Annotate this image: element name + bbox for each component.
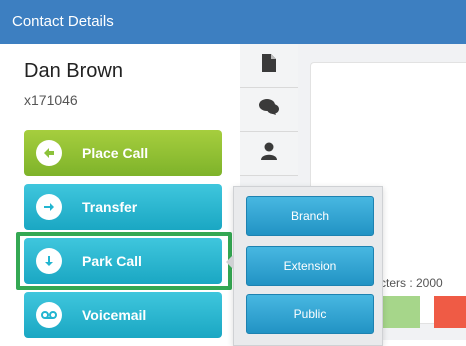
place-call-label: Place Call bbox=[82, 145, 149, 161]
transfer-button[interactable]: Transfer bbox=[24, 184, 222, 230]
voicemail-label: Voicemail bbox=[82, 307, 147, 323]
park-option-label: Extension bbox=[283, 259, 337, 273]
park-call-highlight bbox=[16, 232, 232, 290]
window-title-bar: Contact Details bbox=[0, 0, 466, 44]
park-option-label: Branch bbox=[290, 209, 330, 223]
contact-extension: x171046 bbox=[24, 92, 78, 108]
contact-name: Dan Brown bbox=[24, 60, 123, 82]
person-icon bbox=[261, 142, 277, 165]
red-status-block[interactable] bbox=[434, 296, 466, 328]
voicemail-icon bbox=[36, 302, 62, 328]
park-option-label: Public bbox=[293, 307, 327, 321]
voicemail-button[interactable]: Voicemail bbox=[24, 292, 222, 338]
tab-person[interactable] bbox=[240, 132, 298, 176]
char-counter: cters : 2000 bbox=[380, 276, 443, 290]
park-option-extension[interactable]: Extension bbox=[246, 246, 374, 286]
tab-document[interactable] bbox=[240, 44, 298, 88]
chat-icon bbox=[258, 98, 280, 121]
park-option-public[interactable]: Public bbox=[246, 294, 374, 334]
side-tab-strip bbox=[240, 44, 298, 176]
arrow-right-icon bbox=[36, 194, 62, 220]
transfer-label: Transfer bbox=[82, 199, 138, 215]
park-option-branch[interactable]: Branch bbox=[246, 196, 374, 236]
document-icon bbox=[261, 53, 277, 78]
tab-chat[interactable] bbox=[240, 88, 298, 132]
green-status-block[interactable] bbox=[380, 296, 420, 328]
place-call-icon bbox=[36, 140, 62, 166]
menu-pointer bbox=[226, 254, 234, 270]
window-title: Contact Details bbox=[12, 13, 114, 30]
place-call-button[interactable]: Place Call bbox=[24, 130, 222, 176]
